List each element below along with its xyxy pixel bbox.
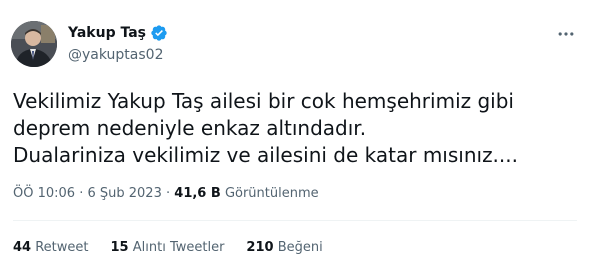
engagement-stats: 44 Retweet 15 Alıntı Tweetler 210 Beğeni <box>13 238 323 258</box>
tweet-date[interactable]: 6 Şub 2023 <box>87 186 161 201</box>
retweets-count: 44 <box>13 240 32 255</box>
more-horizontal-icon[interactable] <box>554 22 578 46</box>
tweet-time[interactable]: ÖÖ 10:06 <box>13 186 75 201</box>
meta-separator: · <box>79 186 84 201</box>
tweet: Yakup Taş @yakuptas02 Vekilimiz Yakup Ta… <box>0 0 590 270</box>
views-label: Görüntülenme <box>224 186 319 201</box>
author-name[interactable]: Yakup Taş <box>68 23 146 43</box>
views-count: 41,6 B <box>174 186 221 201</box>
quotes-label: Alıntı Tweetler <box>132 240 225 255</box>
meta-separator: · <box>166 186 171 201</box>
likes-label: Beğeni <box>277 240 323 255</box>
author-block: Yakup Taş @yakuptas02 <box>68 23 168 65</box>
divider <box>13 220 577 221</box>
tweet-text: Vekilimiz Yakup Taş ailesi bir cok hemşe… <box>13 89 518 167</box>
quote-tweets-stat[interactable]: 15 Alıntı Tweetler <box>111 238 225 258</box>
likes-count: 210 <box>246 240 274 255</box>
verified-badge-icon <box>150 24 168 42</box>
tweet-meta: ÖÖ 10:06 · 6 Şub 2023 · 41,6 B Görüntüle… <box>13 184 319 204</box>
retweets-stat[interactable]: 44 Retweet <box>13 238 89 258</box>
likes-stat[interactable]: 210 Beğeni <box>246 238 322 258</box>
avatar[interactable] <box>11 21 57 67</box>
quotes-count: 15 <box>110 240 129 255</box>
author-handle[interactable]: @yakuptas02 <box>68 45 168 65</box>
retweets-label: Retweet <box>35 240 89 255</box>
author-name-row: Yakup Taş <box>68 23 168 43</box>
